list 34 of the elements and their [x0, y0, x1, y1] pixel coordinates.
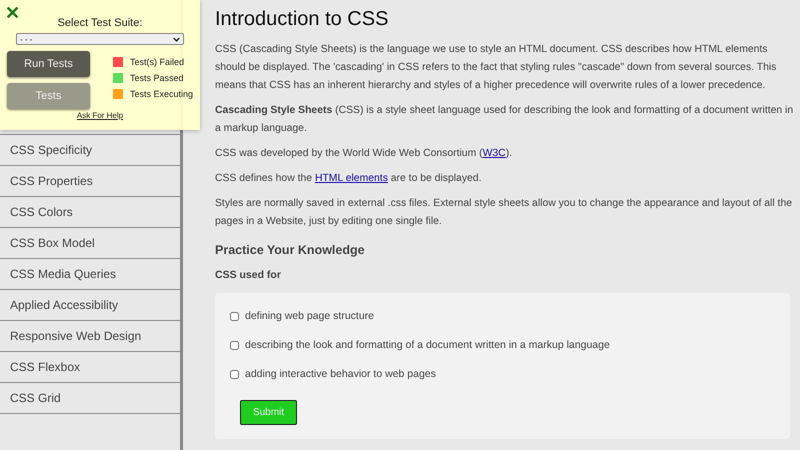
- paragraph: CSS was developed by the World Wide Web Consortium (W3C).: [215, 147, 514, 161]
- paragraph: Styles are normally saved in external .css files. External style sheets allow you to change the appearance and layout of all the pages in a Website, just by editing one single file.: [215, 197, 794, 229]
- sidebar-item[interactable]: CSS Grid: [0, 383, 180, 414]
- option-label: adding interactive behavior to web pages: [245, 368, 436, 380]
- option-checkbox[interactable]: [230, 370, 239, 378]
- sidebar-item[interactable]: CSS Media Queries: [0, 259, 180, 290]
- text-link[interactable]: HTML elements: [314, 173, 388, 184]
- legend-label: Tests Passed: [130, 73, 184, 83]
- help-link[interactable]: Ask For Help: [76, 111, 124, 120]
- sidebar-item[interactable]: CSS Box Model: [0, 228, 180, 259]
- paragraph: CSS (Cascading Style Sheets) is the language we use to style an HTML document. CSS describes how HTML elements should be displayed. The 'cascading' in CSS refers to the fact that styling rules "cascade" down from several sources. This means that CSS has an inherent hierarchy and styles of a higher precedence will overwrite rules of a lower precedence.: [215, 43, 778, 93]
- paragraph: Cascading Style Sheets (CSS) is a style sheet language used for describing the look and formatting of a document written in a markup language.: [215, 104, 794, 136]
- section-heading: Practice Your Knowledge: [215, 243, 366, 257]
- sidebar-item[interactable]: CSS Specificity: [0, 135, 180, 166]
- paragraph: CSS defines how the HTML elements are to be displayed.: [215, 172, 482, 186]
- option-label: defining web page structure: [245, 310, 374, 322]
- sidebar-item[interactable]: Applied Accessibility: [0, 290, 180, 321]
- option-checkbox[interactable]: [230, 312, 239, 320]
- test-button[interactable]: Run Tests: [7, 51, 90, 77]
- question-text: CSS used for: [215, 269, 282, 281]
- option-label: describing the look and formatting of a document written in a markup language: [245, 339, 610, 351]
- legend-label: Test(s) Failed: [130, 57, 184, 67]
- close-button[interactable]: ✕: [5, 3, 20, 23]
- page-title: Introduction to CSS: [215, 8, 390, 31]
- sidebar-item[interactable]: CSS Colors: [0, 197, 180, 228]
- sidebar-item[interactable]: CSS Properties: [0, 166, 180, 197]
- panel-title: Select Test Suite:: [58, 17, 142, 29]
- option-checkbox[interactable]: [230, 340, 239, 350]
- suite-select[interactable]: - - -: [16, 33, 184, 45]
- sidebar-item[interactable]: Responsive Web Design: [0, 321, 180, 352]
- caret-icon: [173, 36, 180, 42]
- text-link[interactable]: W3C: [482, 148, 506, 159]
- sidebar-item[interactable]: CSS Flexbox: [0, 352, 180, 383]
- legend-label: Tests Executing: [130, 89, 193, 99]
